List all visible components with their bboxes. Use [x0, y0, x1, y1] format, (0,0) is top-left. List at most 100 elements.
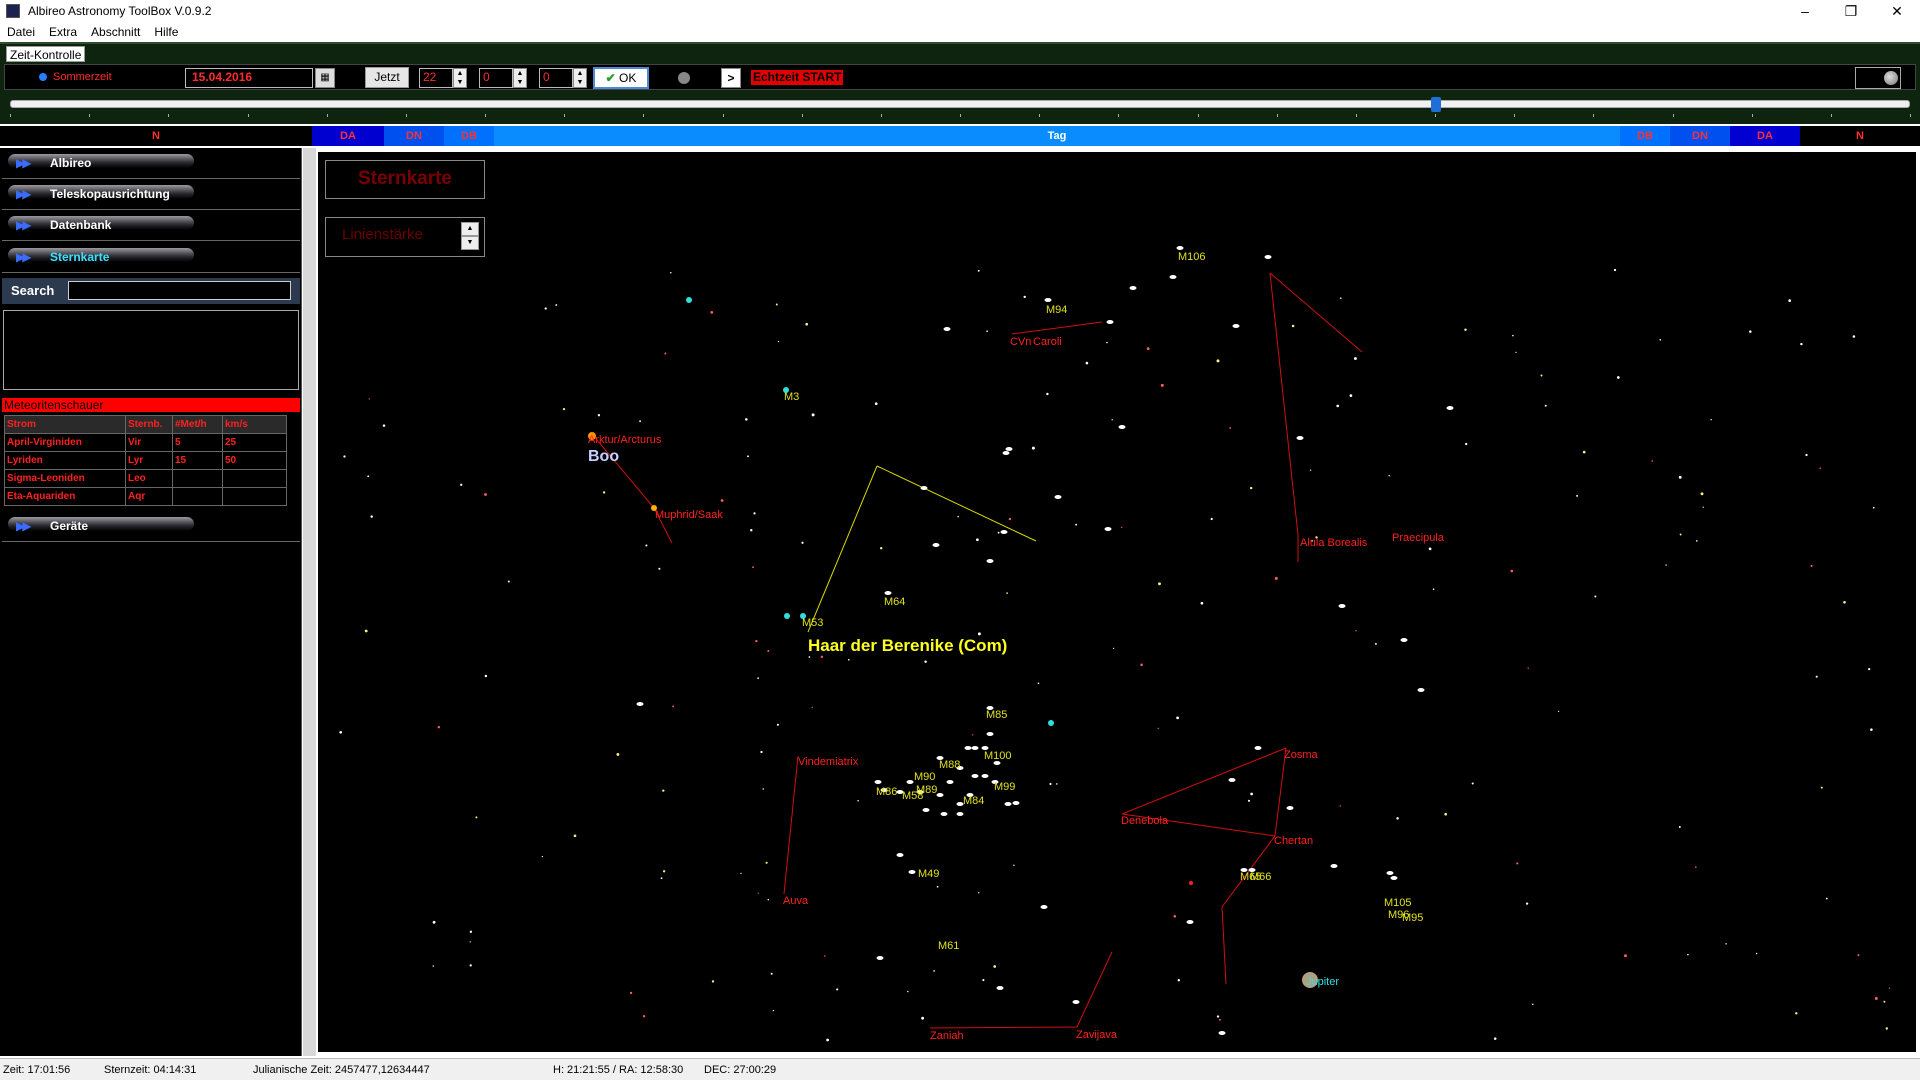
play-button[interactable]: >	[721, 68, 741, 88]
menu-abschnitt[interactable]: Abschnitt	[84, 25, 147, 39]
panel-splitter[interactable]	[303, 148, 316, 1056]
messier-label[interactable]: M105	[1384, 897, 1412, 909]
star-label[interactable]: CVn	[1010, 336, 1031, 348]
deep-sky-object[interactable]	[1186, 920, 1194, 924]
deep-sky-object[interactable]	[884, 591, 892, 595]
down-arrow-icon[interactable]: ▼	[574, 78, 586, 87]
menu-hilfe[interactable]: Hilfe	[147, 25, 185, 39]
star-label[interactable]: Denebola	[1121, 815, 1169, 827]
second-stepper[interactable]: ▲ ▼	[573, 68, 587, 88]
star-label[interactable]: Auva	[783, 895, 809, 907]
line-width-stepper[interactable]: ▲ ▼	[461, 222, 479, 252]
restore-button[interactable]: ❐	[1828, 0, 1874, 22]
deep-sky-object[interactable]	[996, 986, 1004, 990]
deep-sky-object[interactable]	[1338, 604, 1346, 608]
deep-sky-object[interactable]	[1104, 527, 1112, 531]
deep-sky-object[interactable]	[932, 543, 940, 547]
deep-sky-object[interactable]	[1386, 871, 1394, 875]
minimize-button[interactable]: –	[1782, 0, 1828, 22]
menu-datei[interactable]: Datei	[0, 25, 42, 39]
star-label[interactable]: Chertan	[1274, 835, 1313, 847]
table-row[interactable]: April-Virginiden Vir 5 25	[4, 433, 287, 452]
cyan-object[interactable]	[686, 297, 692, 303]
messier-label[interactable]: M95	[1402, 912, 1423, 924]
deep-sky-object[interactable]	[1012, 801, 1020, 805]
deep-sky-object[interactable]	[1129, 286, 1137, 290]
sidebar-item-geraete[interactable]: ▶▶ Geräte	[2, 513, 300, 542]
deep-sky-object[interactable]	[1054, 495, 1062, 499]
messier-label[interactable]: M61	[938, 940, 959, 952]
deep-sky-object[interactable]	[964, 746, 972, 750]
up-arrow-icon[interactable]: ▲	[574, 69, 586, 78]
sidebar-item-sternkarte[interactable]: ▶▶ Sternkarte	[2, 244, 300, 273]
down-arrow-icon[interactable]: ▼	[461, 236, 479, 250]
deep-sky-object[interactable]	[1446, 406, 1454, 410]
deep-sky-object[interactable]	[956, 812, 964, 816]
messier-label[interactable]: M3	[784, 391, 799, 403]
search-input[interactable]	[68, 281, 291, 300]
sidebar-item-teleskopausrichtung[interactable]: ▶▶ Teleskopausrichtung	[2, 181, 300, 210]
deep-sky-object[interactable]	[876, 956, 884, 960]
daylight-radio[interactable]	[39, 73, 47, 81]
deep-sky-object[interactable]	[1218, 1031, 1226, 1035]
up-arrow-icon[interactable]: ▲	[514, 69, 526, 78]
now-button[interactable]: Jetzt	[365, 67, 409, 88]
time-control-tab[interactable]: Zeit-Kontrolle	[6, 46, 86, 62]
messier-label[interactable]: M88	[939, 759, 960, 771]
table-row[interactable]: Sigma-Leoniden Leo	[4, 469, 287, 488]
deep-sky-object[interactable]	[936, 793, 944, 797]
deep-sky-object[interactable]	[1417, 688, 1425, 692]
messier-label[interactable]: M49	[918, 868, 939, 880]
time-slider-thumb[interactable]	[1431, 97, 1441, 112]
deep-sky-object[interactable]	[1002, 451, 1010, 455]
deep-sky-object[interactable]	[1044, 298, 1052, 302]
deep-sky-object[interactable]	[1264, 255, 1272, 259]
deep-sky-object[interactable]	[1072, 1000, 1080, 1004]
sidebar-item-albireo[interactable]: ▶▶ Albireo	[2, 150, 300, 179]
star-label[interactable]: Zavijava	[1076, 1029, 1118, 1041]
table-row[interactable]: Eta-Aquariden Aqr	[4, 487, 287, 506]
menu-extra[interactable]: Extra	[42, 25, 84, 39]
deep-sky-object[interactable]	[1228, 778, 1236, 782]
messier-label[interactable]: M106	[1178, 251, 1206, 263]
calendar-icon[interactable]: ▦	[315, 68, 335, 88]
deep-sky-object[interactable]	[908, 870, 916, 874]
deep-sky-object[interactable]	[1232, 324, 1240, 328]
deep-sky-object[interactable]	[981, 774, 989, 778]
search-results[interactable]	[3, 310, 299, 390]
deep-sky-object[interactable]	[1005, 447, 1013, 451]
planet-label[interactable]: Jupiter	[1306, 976, 1339, 988]
star-label[interactable]: Caroli	[1033, 336, 1062, 348]
date-input[interactable]: 15.04.2016	[185, 68, 313, 88]
deep-sky-object[interactable]	[1000, 530, 1008, 534]
hour-stepper[interactable]: ▲ ▼	[453, 68, 467, 88]
down-arrow-icon[interactable]: ▼	[514, 78, 526, 87]
star-label[interactable]: Zosma	[1284, 749, 1319, 761]
deep-sky-object[interactable]	[1118, 425, 1126, 429]
minute-stepper[interactable]: ▲ ▼	[513, 68, 527, 88]
star-label[interactable]: Praecipula	[1392, 532, 1445, 544]
messier-label[interactable]: M90	[914, 771, 935, 783]
messier-label[interactable]: M94	[1046, 304, 1067, 316]
star-label[interactable]: Zaniah	[930, 1030, 964, 1042]
constellation-label[interactable]: Boo	[588, 448, 619, 465]
deep-sky-object[interactable]	[986, 732, 994, 736]
ok-button[interactable]: ✔ OK	[593, 67, 649, 89]
messier-label[interactable]: M58	[902, 790, 923, 802]
deep-sky-object[interactable]	[874, 780, 882, 784]
deep-sky-object[interactable]	[1106, 320, 1114, 324]
realtime-start-button[interactable]: Echtzeit START	[751, 70, 844, 85]
deep-sky-object[interactable]	[1400, 638, 1408, 642]
deep-sky-object[interactable]	[971, 746, 979, 750]
deep-sky-object[interactable]	[1390, 876, 1398, 880]
star-label[interactable]: Muphrid/Saak	[655, 509, 723, 521]
deep-sky-object[interactable]	[1254, 746, 1262, 750]
cyan-object[interactable]	[1048, 720, 1054, 726]
time-slider[interactable]	[10, 97, 1910, 112]
sky-map-canvas[interactable]: Arktur/Arcturus Boo Muphrid/Saak CVn Car…	[318, 152, 1916, 1052]
messier-label[interactable]: M99	[994, 781, 1015, 793]
deep-sky-object[interactable]	[1296, 436, 1304, 440]
deep-sky-object[interactable]	[986, 559, 994, 563]
messier-label[interactable]: M100	[984, 750, 1012, 762]
messier-label[interactable]: M53	[802, 617, 823, 629]
